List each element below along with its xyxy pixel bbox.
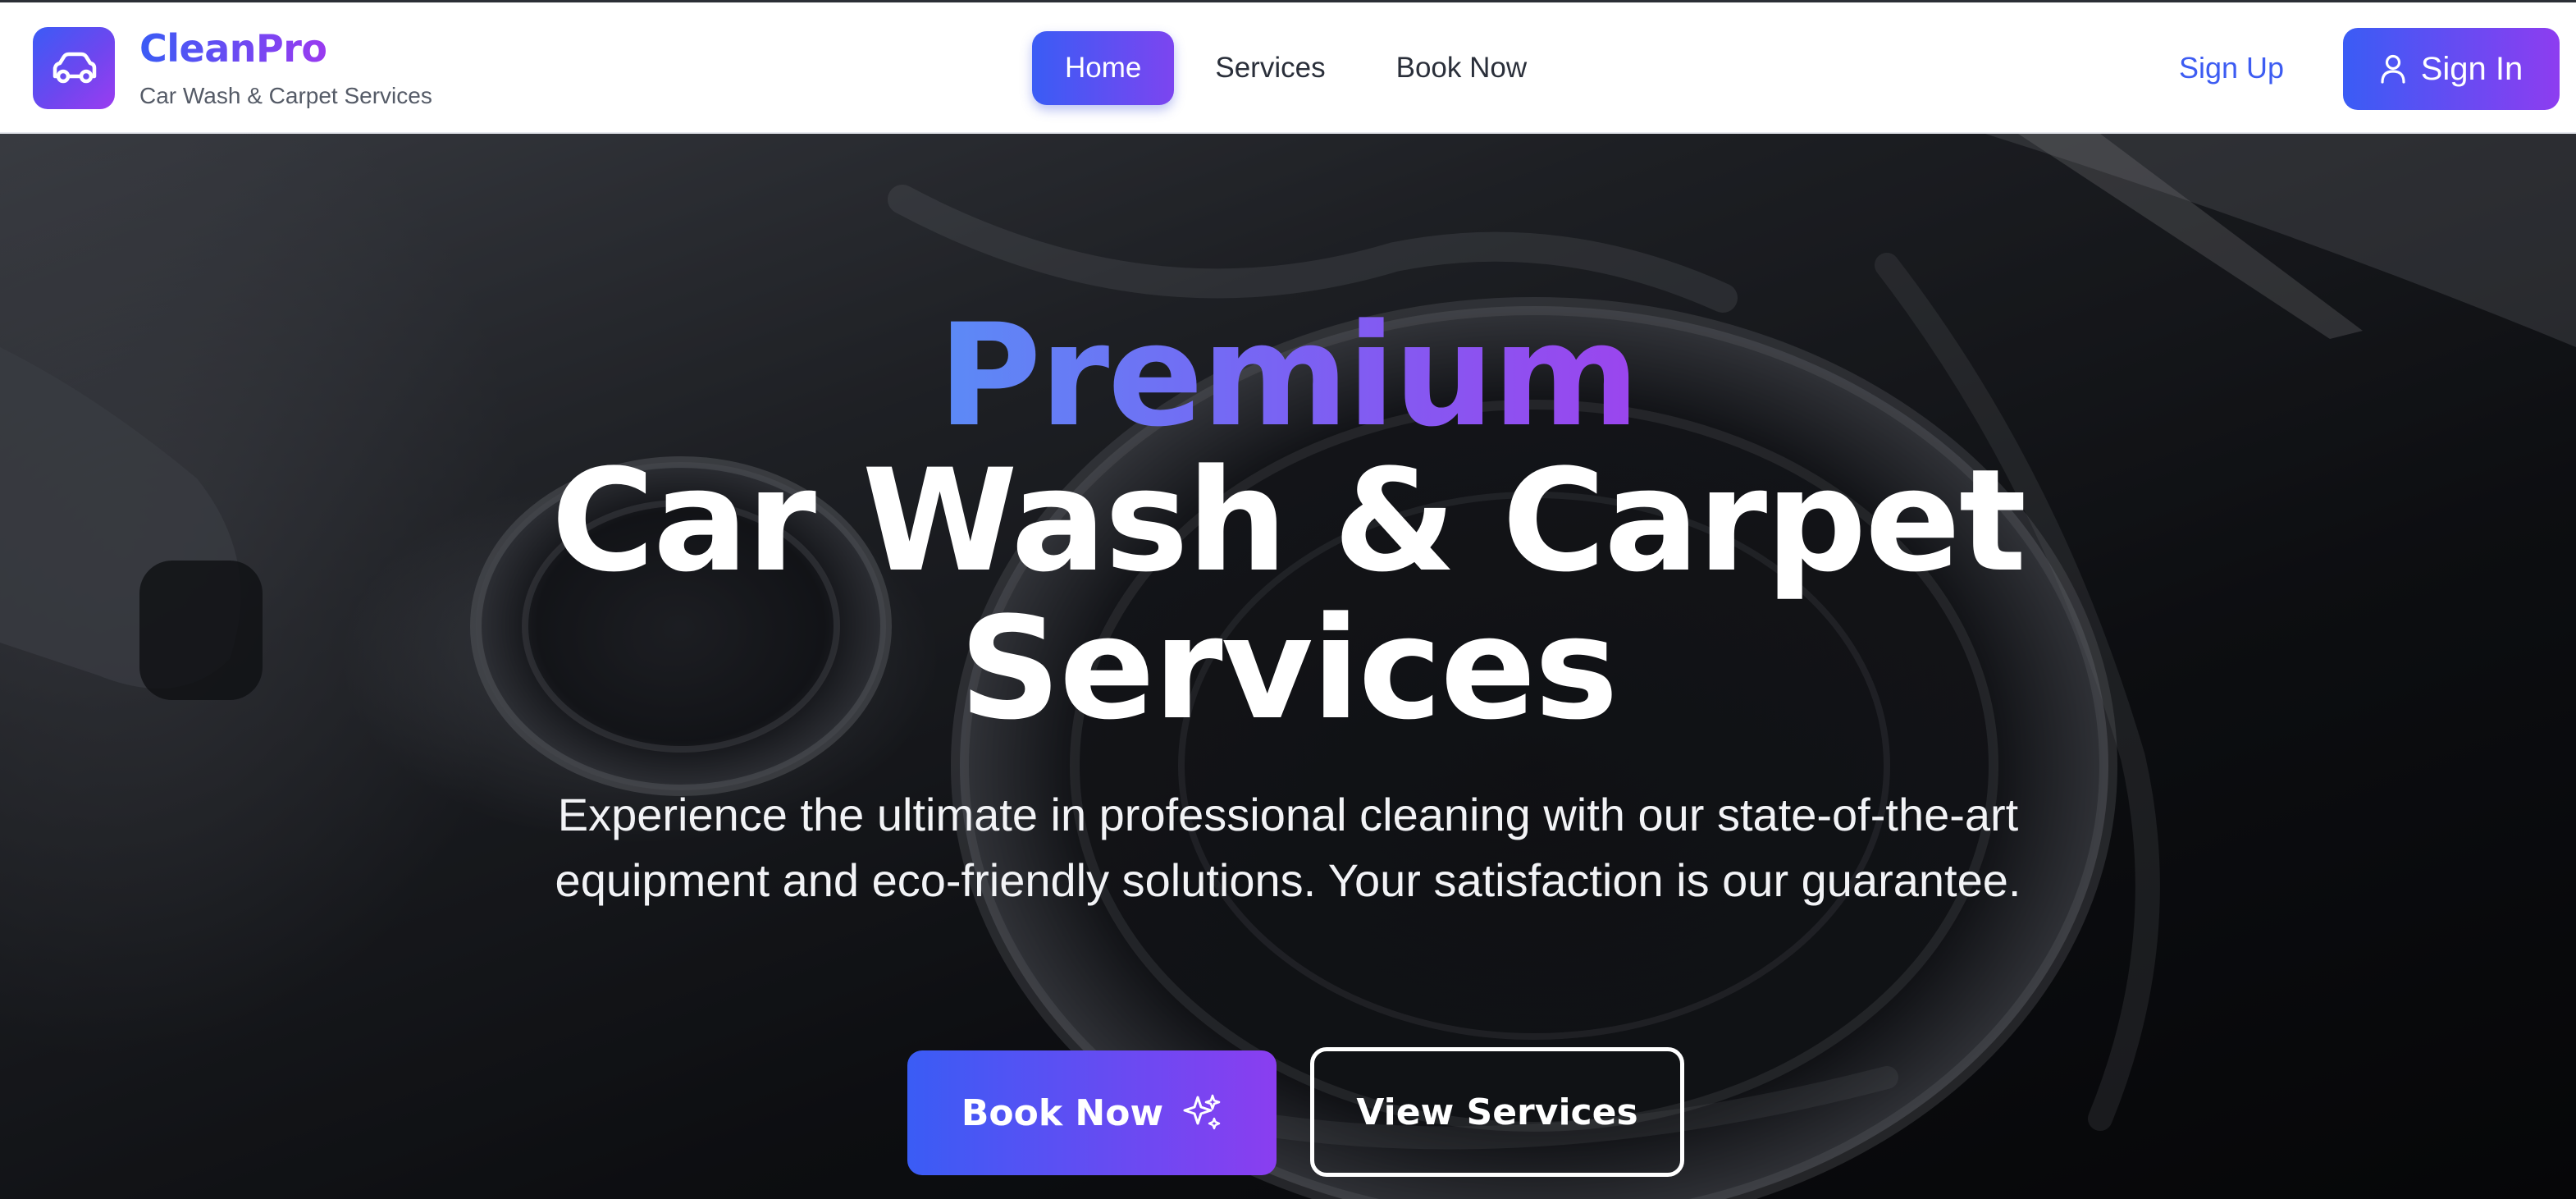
hero-title: Car Wash & Carpet Services [0, 447, 2576, 743]
brand-name[interactable]: CleanPro [139, 27, 327, 71]
hero-title-highlight: Premium [0, 298, 2576, 453]
brand-tagline: Car Wash & Carpet Services [139, 83, 432, 108]
hero-content: Premium Car Wash & Carpet Services Exper… [0, 134, 2576, 1199]
car-icon [53, 52, 97, 84]
sign-up-link[interactable]: Sign Up [2163, 30, 2300, 106]
hero-description: Experience the ultimate in professional … [555, 789, 2021, 906]
user-icon [2381, 54, 2405, 84]
hero-section: Premium Car Wash & Carpet Services Exper… [0, 134, 2576, 1199]
nav-item-home[interactable]: Home [1032, 31, 1175, 105]
hero-title-line1: Car Wash & Carpet [550, 438, 2026, 603]
nav-item-book-now[interactable]: Book Now [1367, 31, 1557, 105]
site-header: CleanPro Car Wash & Carpet Services Home… [0, 2, 2576, 134]
sparkles-icon [1183, 1094, 1221, 1130]
sign-in-label: Sign In [2420, 50, 2523, 87]
hero-title-line2: Services [959, 586, 1618, 751]
book-now-label: Book Now [961, 1091, 1164, 1134]
hero-title-highlight-text: Premium [938, 293, 1639, 458]
nav-item-services[interactable]: Services [1185, 31, 1354, 105]
view-services-button[interactable]: View Services [1310, 1047, 1684, 1177]
main-nav: Home Services Book Now [1032, 30, 1556, 106]
logo[interactable] [33, 27, 115, 109]
sign-in-button[interactable]: Sign In [2343, 28, 2560, 110]
book-now-button[interactable]: Book Now [907, 1050, 1277, 1175]
